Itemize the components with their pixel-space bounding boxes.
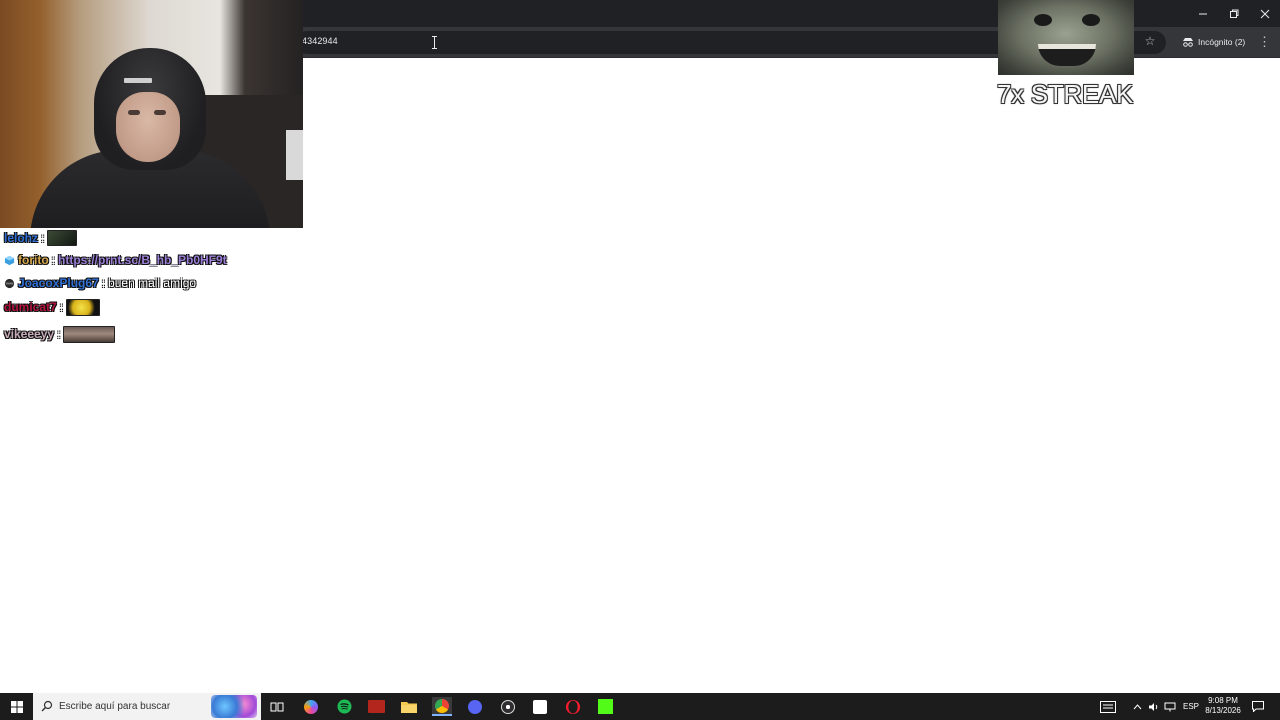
file-explorer-button[interactable] [399,697,419,716]
menu-kebab-icon[interactable]: ⋮ [1258,33,1271,51]
chat-message: vikeeeyy : [4,325,116,343]
chat-username: lelohz [4,231,39,245]
search-icon [41,700,53,712]
chat-separator: : [101,276,106,290]
chat-username: forito [18,253,49,267]
voicemeeter-icon [367,700,385,713]
minimize-button[interactable] [1188,0,1218,27]
chrome-button[interactable] [432,697,452,716]
chat-separator: : [51,253,55,267]
obs-button[interactable] [498,697,518,716]
task-view-button[interactable] [267,697,287,716]
copilot-button[interactable] [301,697,321,716]
chrome-icon [435,698,449,713]
clock-time: 9:08 PM [1208,696,1238,705]
search-placeholder: Escribe aquí para buscar [59,701,171,712]
chat-username: dumicat7 [4,300,57,314]
bookmark-star-icon[interactable]: ☆ [1143,34,1157,48]
volume-icon[interactable] [1148,693,1160,720]
folder-icon [401,702,417,713]
address-text[interactable]: 4342944 [302,36,338,46]
chat-text: buen mail amigo [108,276,197,290]
streamer-face [116,92,180,162]
spotify-icon [337,699,351,714]
incognito-button[interactable]: Incógnito (2) [1176,32,1251,52]
kick-icon [597,699,613,714]
chat-message: forito : https://prnt.sc/B_hb_Pb0HF9t [4,251,227,269]
store-button[interactable] [530,697,550,716]
hood-logo [124,78,152,83]
search-highlight-image [211,695,257,718]
chat-separator: : [57,327,61,341]
clock-date: 8/13/2026 [1205,706,1241,715]
discord-icon [468,699,482,714]
kick-button[interactable] [595,697,615,716]
webcam-lamp [286,130,303,180]
minimize-icon [1199,13,1207,14]
cube-badge-icon [4,255,15,265]
creature-eye-right [1082,14,1100,26]
copilot-icon [304,699,318,714]
incognito-icon [1182,37,1194,47]
voicemeeter-button[interactable] [366,697,386,716]
taskbar-search[interactable]: Escribe aquí para buscar [33,693,261,720]
creature-mouth [1038,44,1096,66]
language-indicator[interactable]: ESP [1183,693,1199,720]
helmet-badge-icon [4,278,15,288]
network-icon[interactable] [1164,693,1176,720]
discord-button[interactable] [465,697,485,716]
chat-username: vikeeeyy [4,327,55,341]
chat-message: dumicat7 : [4,298,101,316]
screen: 4342944 ☆ Incógnito (2) ⋮ 7x STREAK lelo… [0,0,1280,720]
chat-separator: : [59,300,64,314]
chat-link[interactable]: https://prnt.sc/B_hb_Pb0HF9t [58,253,227,267]
windows-logo-icon [10,700,23,713]
streak-label: 7x STREAK [997,79,1134,109]
notifications-icon[interactable] [1252,693,1264,720]
taskbar: Escribe aquí para buscar ESP 9:08 PM 8/1… [0,693,1280,720]
language-label: ESP [1183,702,1200,711]
obs-icon [501,699,515,714]
close-icon [1260,9,1270,18]
task-view-icon [270,702,284,711]
news-widget-icon[interactable] [1100,693,1116,720]
emote-image [47,230,78,246]
streamer-eye-right [154,110,166,115]
show-hidden-icons-chevron-icon[interactable] [1133,693,1142,720]
creature-eye-left [1034,14,1052,26]
close-button[interactable] [1250,0,1280,27]
opera-icon [566,699,580,714]
clock[interactable]: 9:08 PM 8/13/2026 [1203,696,1243,716]
emote-image [63,325,116,343]
restore-icon [1230,9,1239,18]
restore-button[interactable] [1219,0,1249,27]
chat-separator: : [41,231,45,245]
incognito-label: Incógnito (2) [1198,37,1246,47]
chat-message: lelohz : [4,229,78,247]
store-icon [533,699,547,714]
text-cursor-icon [432,36,437,49]
emote-image [66,298,101,316]
start-button[interactable] [0,693,33,720]
streamer-eye-left [128,110,140,115]
opera-button[interactable] [563,697,583,716]
streak-image [998,0,1134,75]
chat-message: JoacoxPlug67 : buen mail amigo [4,274,196,292]
webcam-overlay [0,0,303,228]
spotify-button[interactable] [334,697,354,716]
chat-username: JoacoxPlug67 [18,276,99,290]
